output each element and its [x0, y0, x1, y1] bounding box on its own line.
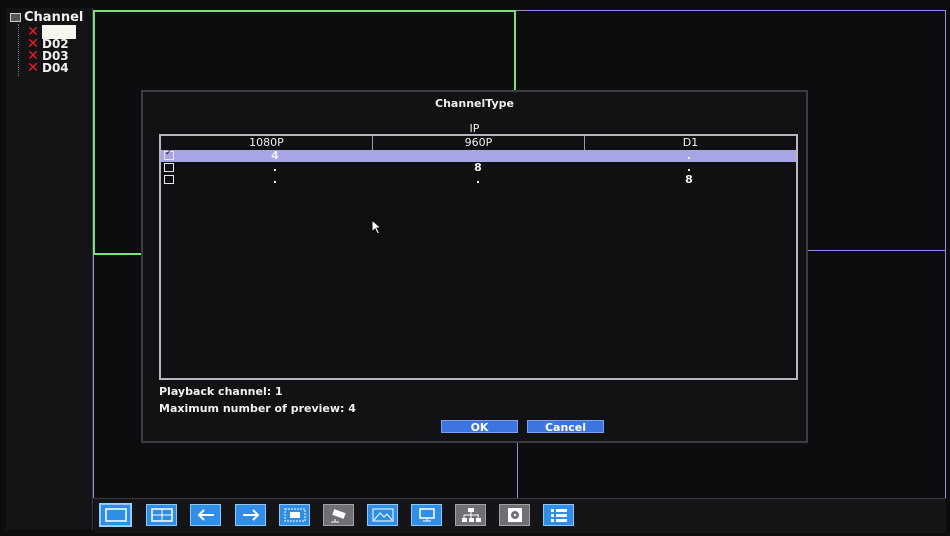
ptz-button[interactable]	[323, 504, 354, 526]
fullscreen-icon	[284, 508, 305, 522]
channel-panel: Channel ✕ D01 ✕ D02 ✕ D03 ✕ D04	[6, 8, 93, 530]
grid-line	[93, 255, 94, 498]
row-checkbox[interactable]	[164, 175, 174, 184]
network-button[interactable]	[455, 504, 486, 526]
hdd-button[interactable]	[499, 504, 530, 526]
channel-header-label: Channel	[24, 9, 84, 25]
table-header: 1080P 960P D1	[161, 136, 796, 151]
hdd-icon	[507, 508, 522, 522]
grid-line	[516, 10, 946, 11]
channel-type-table: 1080P 960P D1 4 . . 8 . . . 8	[159, 134, 798, 380]
grid-line	[514, 10, 516, 94]
grid-line	[93, 10, 95, 255]
monitor-icon	[418, 508, 435, 522]
main-menu-button[interactable]	[543, 504, 574, 526]
single-view-icon	[104, 508, 127, 522]
cell-1080p: .	[272, 173, 278, 186]
quad-view-icon	[150, 508, 173, 522]
previous-button[interactable]	[190, 504, 221, 526]
channel-type-dialog: ChannelType IP 1080P 960P D1 4 . . 8 . .…	[141, 90, 808, 443]
ok-button[interactable]: OK	[441, 420, 518, 434]
grid-line	[808, 250, 946, 251]
channel-tree-icon	[10, 12, 21, 22]
single-view-button[interactable]	[99, 503, 132, 527]
arrow-right-icon	[242, 509, 259, 521]
channel-item-d04[interactable]: ✕ D04	[26, 60, 69, 76]
list-menu-icon	[550, 509, 567, 522]
mouse-cursor-icon	[371, 219, 383, 235]
network-icon	[461, 508, 481, 522]
row-checkbox[interactable]	[164, 148, 174, 160]
column-header-d1: D1	[584, 136, 796, 150]
channel-name: D04	[42, 61, 69, 75]
monitor-button[interactable]	[411, 504, 442, 526]
max-preview-text: Maximum number of preview: 4	[159, 402, 356, 415]
grid-line	[517, 443, 518, 498]
ptz-camera-icon	[330, 509, 346, 523]
grid-line	[93, 10, 515, 12]
playback-channel-text: Playback channel: 1	[159, 385, 283, 398]
grid-line	[93, 253, 141, 255]
arrow-left-icon	[197, 509, 214, 521]
cell-d1: 8	[685, 173, 693, 186]
column-header-1080p: 1080P	[249, 136, 284, 149]
picture-adjust-icon	[372, 508, 393, 522]
cancel-button[interactable]: Cancel	[527, 420, 604, 434]
fullscreen-button[interactable]	[279, 504, 310, 526]
column-header-960p: 960P	[372, 136, 584, 150]
picture-adjust-button[interactable]	[367, 504, 398, 526]
table-row[interactable]: . . 8	[161, 174, 796, 186]
next-button[interactable]	[235, 504, 266, 526]
bottom-toolbar	[94, 498, 946, 533]
disconnected-icon: ✕	[27, 60, 39, 76]
row-checkbox[interactable]	[164, 163, 174, 172]
channel-header: Channel	[10, 9, 84, 25]
quad-view-button[interactable]	[146, 504, 177, 526]
grid-line	[945, 10, 946, 498]
dialog-title: ChannelType	[435, 97, 514, 110]
tree-connector	[18, 24, 20, 76]
cell-960p: .	[475, 173, 481, 186]
